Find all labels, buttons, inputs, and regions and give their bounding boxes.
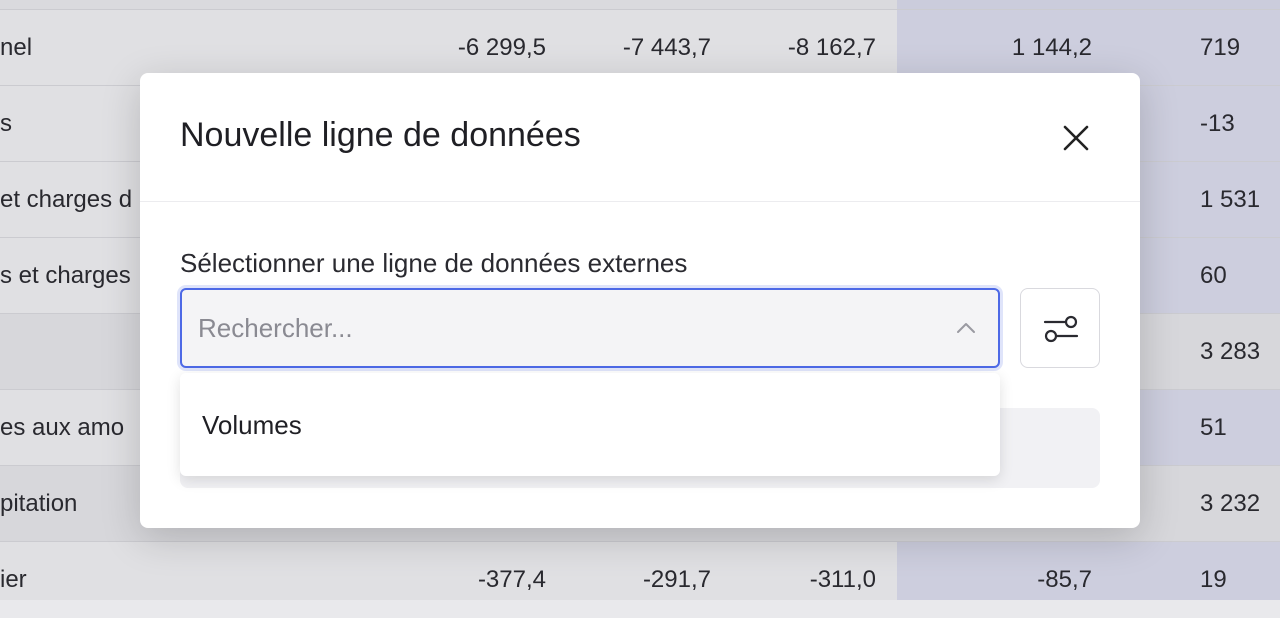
- chevron-up-icon[interactable]: [954, 316, 978, 340]
- combobox-dropdown: Volumes: [180, 373, 1000, 476]
- dialog-title: Nouvelle ligne de données: [180, 116, 581, 154]
- new-data-line-dialog: Nouvelle ligne de données Sélectionner u…: [140, 73, 1140, 528]
- close-button[interactable]: [1054, 116, 1098, 160]
- external-data-line-label: Sélectionner une ligne de données extern…: [180, 248, 688, 278]
- dropdown-option-volumes[interactable]: Volumes: [180, 385, 1000, 465]
- external-data-line-combobox[interactable]: [180, 288, 1000, 368]
- search-input[interactable]: [198, 290, 918, 366]
- sliders-icon: [1043, 315, 1079, 343]
- dialog-header: Nouvelle ligne de données: [140, 73, 1140, 202]
- filter-button[interactable]: [1020, 288, 1100, 368]
- close-icon: [1063, 125, 1089, 151]
